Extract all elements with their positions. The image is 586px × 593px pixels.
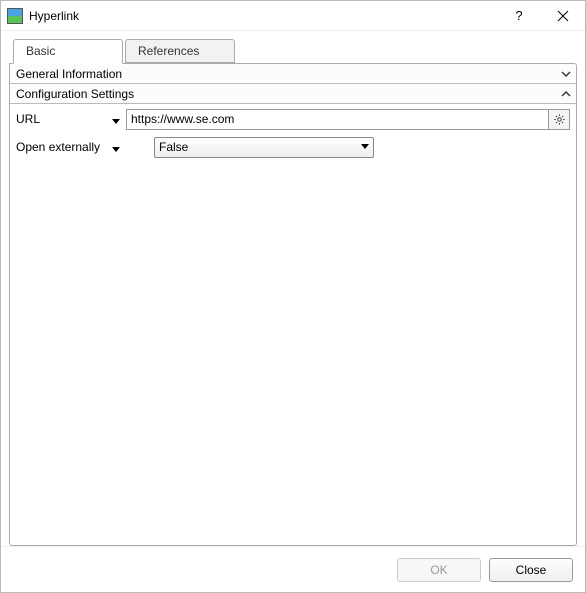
close-button[interactable]: Close	[489, 558, 573, 582]
help-button[interactable]: ?	[497, 1, 541, 31]
dropdown-caret-icon	[361, 140, 369, 154]
tab-pane: General Information Configuration Settin…	[9, 63, 577, 546]
field-label: URL	[16, 112, 40, 126]
tab-basic[interactable]: Basic	[13, 39, 123, 64]
url-settings-button[interactable]	[549, 109, 570, 130]
gear-icon	[553, 113, 566, 126]
close-icon	[557, 10, 569, 22]
close-window-button[interactable]	[541, 1, 585, 31]
field-label: Open externally	[16, 140, 100, 154]
open-externally-combo[interactable]: False	[154, 137, 374, 158]
chevron-down-icon	[560, 68, 572, 80]
titlebar: Hyperlink ?	[1, 1, 585, 31]
tab-strip: Basic References	[9, 39, 577, 63]
dropdown-caret-icon	[112, 143, 120, 151]
dropdown-caret-icon	[112, 115, 120, 123]
url-label-wrap[interactable]: URL	[16, 112, 126, 126]
url-input[interactable]	[126, 109, 549, 130]
tab-references[interactable]: References	[125, 39, 235, 63]
pane-filler	[10, 162, 576, 545]
tab-label: Basic	[26, 44, 55, 58]
open-externally-label-wrap[interactable]: Open externally	[16, 140, 126, 154]
combo-value: False	[159, 140, 361, 154]
configuration-settings-body: URL Open external	[10, 104, 576, 162]
row-url: URL	[16, 108, 570, 130]
section-label: Configuration Settings	[16, 87, 560, 101]
dialog-window: Hyperlink ? Basic References General Inf…	[0, 0, 586, 593]
chevron-up-icon	[560, 88, 572, 100]
ok-button[interactable]: OK	[397, 558, 481, 582]
tab-label: References	[138, 44, 199, 58]
button-label: OK	[430, 563, 447, 577]
section-general-information[interactable]: General Information	[10, 64, 576, 84]
app-icon	[7, 8, 23, 24]
dialog-footer: OK Close	[1, 546, 585, 592]
section-label: General Information	[16, 67, 560, 81]
button-label: Close	[516, 563, 547, 577]
dialog-body: Basic References General Information Con…	[1, 31, 585, 546]
row-open-externally: Open externally False	[16, 136, 570, 158]
section-configuration-settings[interactable]: Configuration Settings	[10, 84, 576, 104]
window-title: Hyperlink	[29, 9, 497, 23]
